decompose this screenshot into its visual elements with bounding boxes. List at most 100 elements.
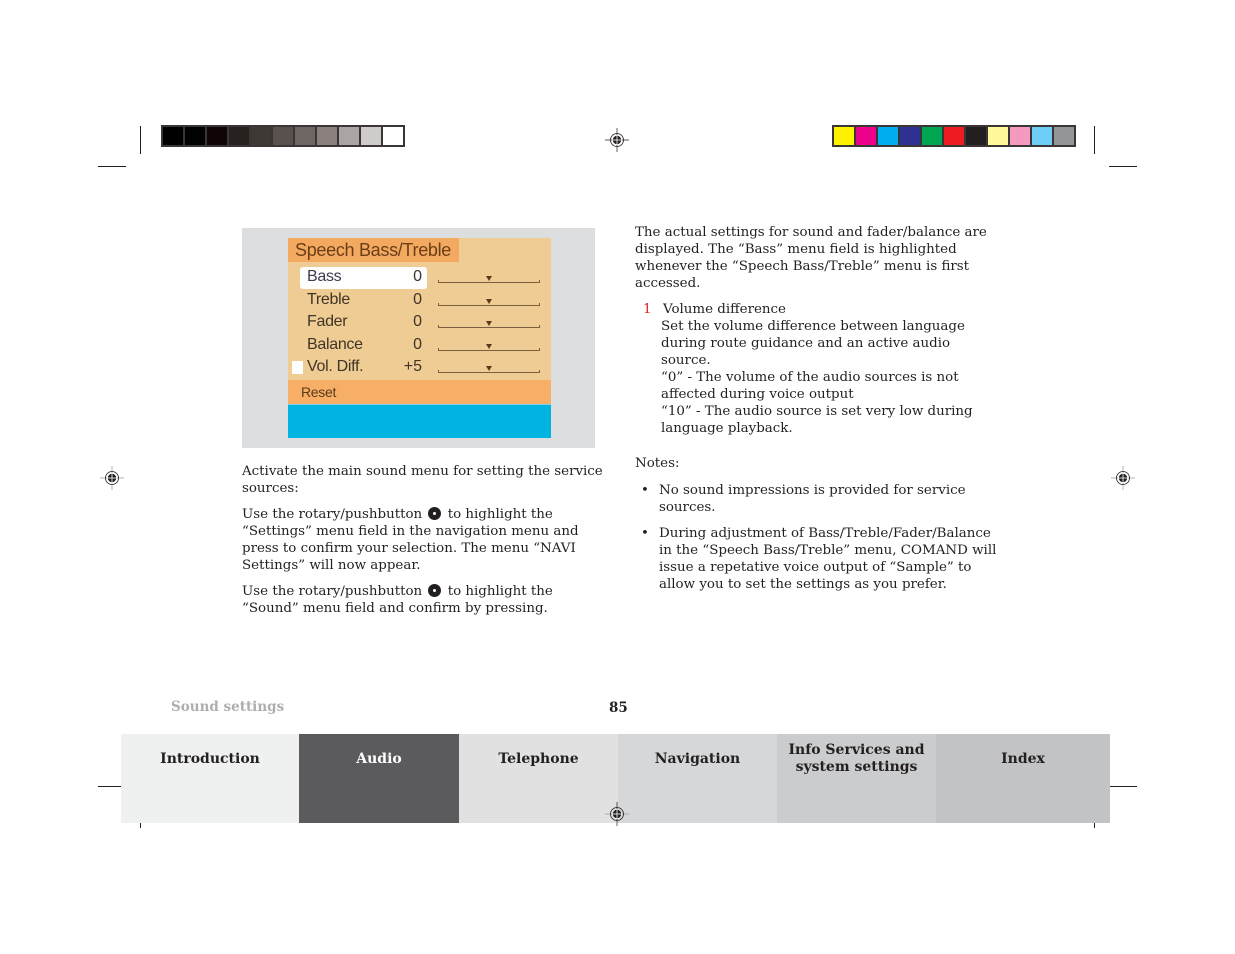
- callout-marker: [292, 361, 303, 374]
- color-swatch: [966, 127, 986, 145]
- reset-label: Reset: [301, 384, 337, 400]
- screen-menu-row[interactable]: Bass 0: [288, 267, 551, 289]
- slider-thumb-icon[interactable]: [486, 298, 492, 304]
- item-title: Volume difference: [663, 302, 786, 317]
- note-item: • No sound impressions is provided for se…: [641, 483, 966, 515]
- row-value: 0: [413, 268, 422, 285]
- slider-thumb-icon[interactable]: [486, 366, 492, 371]
- tab-label: Introduction: [160, 751, 260, 767]
- bullet-icon: •: [641, 483, 649, 498]
- color-swatch: [922, 127, 942, 145]
- tab-index[interactable]: Index: [936, 734, 1110, 823]
- color-swatch: [834, 127, 854, 145]
- crop-mark: [1109, 786, 1137, 787]
- screen-menu-row[interactable]: Vol. Diff. +5: [288, 357, 551, 379]
- rotary-pushbutton-icon: [428, 507, 442, 520]
- row-label: Treble: [307, 290, 350, 308]
- color-swatch: [383, 127, 403, 145]
- registration-mark-icon: [605, 128, 629, 152]
- color-swatch: [295, 127, 315, 145]
- item-line: “10” - The audio source is set very low …: [661, 404, 973, 436]
- notes-list: • No sound impressions is provided for se…: [635, 482, 1000, 593]
- tab-audio[interactable]: Audio: [299, 734, 459, 823]
- row-value: +5: [403, 358, 422, 375]
- color-swatch: [163, 127, 183, 145]
- tab-info[interactable]: Info Services and system settings: [777, 734, 936, 823]
- registration-mark-icon: [100, 466, 124, 490]
- paragraph: Use the rotary/pushbutton to highlight t…: [242, 507, 579, 573]
- color-swatch: [317, 127, 337, 145]
- color-swatch: [878, 127, 898, 145]
- crop-mark: [1109, 166, 1137, 167]
- value-slider[interactable]: [438, 343, 540, 351]
- value-slider[interactable]: [438, 366, 540, 373]
- color-swatch: [207, 127, 227, 145]
- registration-mark-icon: [605, 802, 629, 826]
- tab-telephone[interactable]: Telephone: [459, 734, 618, 823]
- screen-footer-bar: [288, 404, 551, 438]
- tab-label: Telephone: [498, 751, 579, 767]
- row-label: Vol. Diff.: [307, 358, 364, 375]
- slider-thumb-icon[interactable]: [486, 276, 492, 281]
- row-value: 0: [413, 290, 422, 308]
- paragraph: Activate the main sound menu for setting…: [242, 464, 603, 496]
- row-label: Balance: [307, 335, 363, 353]
- color-swatch: [339, 127, 359, 145]
- tab-label-line: Info Services and: [788, 742, 925, 758]
- screen-menu-row[interactable]: Fader 0: [288, 312, 551, 334]
- color-swatch: [251, 127, 271, 145]
- color-swatch: [229, 127, 249, 145]
- color-swatch: [944, 127, 964, 145]
- slider-thumb-icon[interactable]: [486, 321, 492, 326]
- color-swatch: [1010, 127, 1030, 145]
- screen-figure: Speech Bass/Treble Bass 0 Treble 0 Fader 0 Bal…: [242, 228, 595, 448]
- note-item: • During adjustment of Bass/Treble/Fader/…: [641, 526, 997, 592]
- color-swatch: [900, 127, 920, 145]
- row-value: 0: [413, 335, 422, 353]
- notes-label: Notes:: [635, 456, 680, 471]
- row-label: Bass: [307, 268, 342, 285]
- color-swatch: [1032, 127, 1052, 145]
- crop-mark: [1094, 126, 1095, 154]
- item-number: 1: [643, 302, 652, 317]
- tab-label: Navigation: [654, 751, 741, 767]
- item-line: “0” - The volume of the audio sources is…: [661, 370, 959, 402]
- page-number: 85: [609, 700, 628, 716]
- color-swatch: [988, 127, 1008, 145]
- screen-menu-row[interactable]: Balance 0: [288, 335, 551, 357]
- process-color-bar: [832, 125, 1076, 147]
- item-line: Set the volume difference between langua…: [661, 319, 965, 368]
- rotary-pushbutton-icon: [428, 584, 442, 597]
- color-swatch: [273, 127, 293, 145]
- tab-introduction[interactable]: Introduction: [121, 734, 299, 823]
- value-slider[interactable]: [438, 276, 540, 283]
- screen-title: Speech Bass/Treble: [288, 238, 460, 262]
- color-swatch: [1054, 127, 1074, 145]
- section-name: Sound settings: [171, 699, 285, 715]
- intro-paragraph: The actual settings for sound and fader/…: [635, 225, 987, 291]
- left-column: Activate the main sound menu for setting…: [242, 463, 607, 626]
- color-swatch: [185, 127, 205, 145]
- row-value: 0: [413, 313, 422, 330]
- numbered-item: 1 Volume difference Set the volume differ…: [635, 301, 1000, 437]
- screen-menu-row[interactable]: Treble 0: [288, 290, 551, 312]
- crop-mark: [98, 166, 126, 167]
- reset-menu-item[interactable]: Reset: [288, 380, 551, 404]
- bullet-icon: •: [641, 526, 649, 541]
- tab-label: Index: [1001, 751, 1045, 767]
- right-column: The actual settings for sound and fader/…: [635, 224, 1000, 602]
- comand-screen: Speech Bass/Treble Bass 0 Treble 0 Fader 0 Bal…: [288, 238, 551, 438]
- tab-label-line: system settings: [795, 759, 918, 775]
- value-slider[interactable]: [438, 298, 540, 306]
- registration-mark-icon: [1111, 466, 1135, 490]
- slider-thumb-icon[interactable]: [486, 343, 492, 349]
- row-label: Fader: [307, 313, 348, 330]
- grayscale-color-bar: [161, 125, 405, 147]
- color-swatch: [361, 127, 381, 145]
- color-swatch: [856, 127, 876, 145]
- tab-navigation[interactable]: Navigation: [618, 734, 777, 823]
- value-slider[interactable]: [438, 321, 540, 328]
- crop-mark: [140, 126, 141, 154]
- paragraph: Use the rotary/pushbutton to highlight t…: [242, 584, 553, 616]
- tab-label: Audio: [356, 751, 402, 767]
